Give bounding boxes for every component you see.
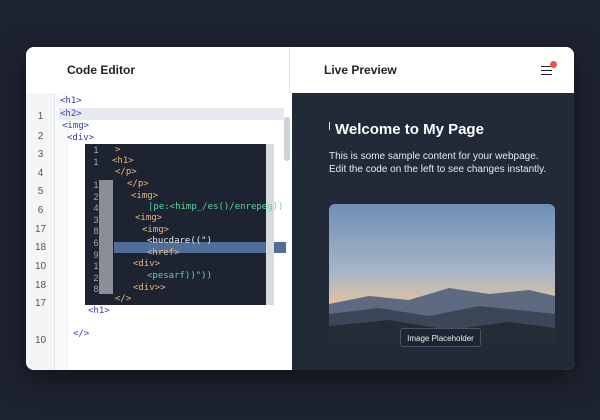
live-preview: Welcome to My Page This is some sample c…	[292, 93, 574, 370]
preview-header: Live Preview	[291, 47, 574, 93]
line-number: 2	[37, 131, 44, 142]
mountain-landscape-image	[329, 204, 555, 343]
line-number: 10	[34, 261, 47, 272]
code-line: <h1>	[88, 306, 110, 316]
code-line: <bucdare((")	[147, 236, 213, 246]
editor-header: Code Editor	[26, 47, 290, 93]
inner-line-number: 8	[93, 226, 99, 236]
code-line: </>	[115, 294, 132, 304]
preview-heading: Welcome to My Page	[335, 121, 484, 138]
notification-dot	[550, 61, 557, 68]
paragraph-line: Edit the code on the left to see changes…	[329, 164, 547, 175]
code-line: </>	[73, 329, 90, 339]
line-number: 4	[37, 168, 44, 179]
preview-title: Live Preview	[324, 63, 397, 77]
inner-line-number: 4	[93, 203, 99, 213]
code-line: </p>	[115, 167, 137, 177]
hamburger-icon[interactable]	[541, 61, 557, 75]
inner-line-number: 2	[93, 273, 99, 283]
inner-line-number: 9	[93, 250, 99, 260]
line-number: 3	[37, 149, 44, 160]
code-line: <img>	[135, 213, 163, 223]
embedded-code-block: 1 1 1 2 4 3 8 6 9 1 2 8 > <h1> </p> </p>…	[85, 144, 286, 305]
code-line: <h1>	[112, 156, 134, 166]
line-number: 17	[34, 298, 47, 309]
image-placeholder-label: Image Placeholder	[400, 328, 481, 347]
code-line: <img>	[131, 191, 159, 201]
line-number: 18	[34, 242, 47, 253]
code-scroll-track	[266, 144, 274, 305]
code-line: <div>	[67, 133, 95, 143]
text-cursor	[329, 122, 330, 130]
code-line: >	[115, 145, 121, 155]
code-line: <img>	[62, 121, 90, 131]
scrollbar[interactable]	[284, 117, 290, 161]
inner-line-number: 1	[93, 180, 99, 190]
code-line: <pesarf))"))	[147, 271, 213, 281]
line-number: 18	[34, 280, 47, 291]
inner-line-number: 1	[93, 157, 99, 167]
inner-line-number: 8	[93, 284, 99, 294]
paragraph-line: This is some sample content for your web…	[329, 151, 539, 162]
line-number: 1	[37, 111, 44, 122]
code-line: |pe:<himp_/es()/enrepeg))	[148, 202, 284, 212]
code-line: <h1>	[60, 96, 82, 106]
active-line-highlight	[59, 108, 284, 120]
editor-window: Code Editor Live Preview 1 2 3 4 5 6 17 …	[26, 47, 574, 370]
code-line: <h2>	[60, 109, 82, 119]
code-line: <div>	[133, 259, 161, 269]
inner-line-number: 1	[93, 261, 99, 271]
line-number: 5	[37, 186, 44, 197]
code-line: <href>	[147, 248, 180, 258]
code-line: <div>>	[133, 283, 166, 293]
inner-line-number: 6	[93, 238, 99, 248]
inner-line-number: 3	[93, 215, 99, 225]
line-number: 6	[37, 205, 44, 216]
inner-line-number: 1	[93, 145, 99, 155]
inner-line-number: 2	[93, 192, 99, 202]
preview-paragraph: This is some sample content for your web…	[329, 150, 546, 176]
preview-image	[329, 204, 555, 343]
code-editor[interactable]: 1 2 3 4 5 6 17 18 10 18 17 10 <h1> <h2> …	[26, 93, 290, 370]
code-line: <img>	[142, 225, 170, 235]
editor-title: Code Editor	[67, 63, 135, 77]
code-line: </p>	[127, 179, 149, 189]
line-number: 17	[34, 224, 47, 235]
line-number: 10	[34, 335, 47, 346]
